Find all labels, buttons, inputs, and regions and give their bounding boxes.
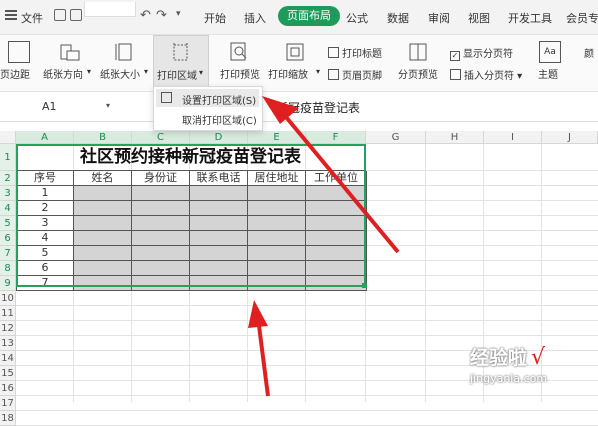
arrow-to-selection-head	[248, 300, 268, 328]
arrow-to-selection	[256, 317, 270, 397]
annotation-arrows	[248, 96, 400, 397]
gridline-horizontal	[16, 410, 598, 411]
arrow-to-menu-head	[262, 96, 299, 124]
arrow-to-menu	[284, 115, 400, 254]
row-header-18[interactable]: 18	[0, 411, 16, 426]
